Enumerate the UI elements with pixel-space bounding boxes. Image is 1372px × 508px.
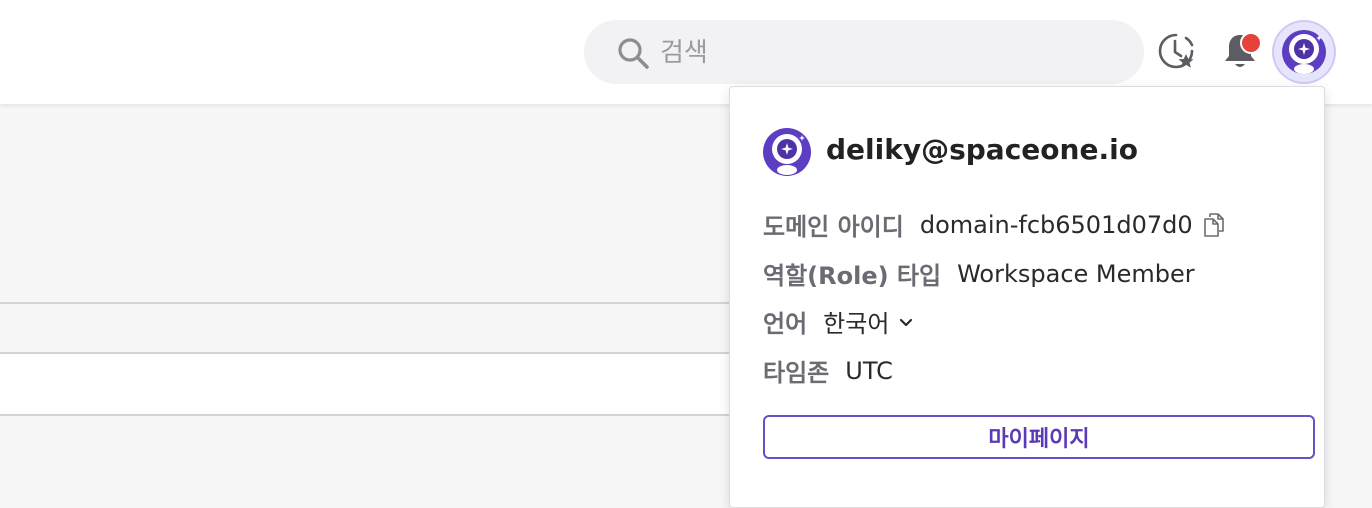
- domain-id-value: domain-fcb6501d07d0: [919, 210, 1193, 239]
- recent-favorite-icon[interactable]: [1156, 31, 1196, 71]
- profile-avatar-icon: [1282, 30, 1326, 74]
- language-label: 언어: [763, 310, 808, 338]
- timezone-value: UTC: [845, 356, 893, 385]
- profile-avatar-button[interactable]: [1274, 22, 1334, 82]
- chevron-down-icon: [900, 318, 913, 326]
- language-select[interactable]: 한국어: [823, 304, 915, 339]
- divider: [0, 302, 730, 304]
- mypage-button[interactable]: 마이페이지: [763, 415, 1315, 459]
- role-type-label: 역할(Role) 타입: [763, 262, 942, 290]
- search-input[interactable]: [658, 34, 1122, 72]
- divider: [0, 414, 730, 416]
- timezone-row: 타임존 UTC: [763, 353, 893, 388]
- user-email: deliky@spaceone.io: [826, 133, 1138, 166]
- global-search[interactable]: [584, 20, 1144, 84]
- domain-id-row: 도메인 아이디 domain-fcb6501d07d0: [763, 207, 1225, 242]
- role-type-row: 역할(Role) 타입 Workspace Member: [763, 256, 1195, 291]
- role-type-value: Workspace Member: [957, 259, 1195, 288]
- language-row: 언어 한국어: [763, 304, 915, 339]
- timezone-label: 타임존: [763, 359, 830, 387]
- notification-badge: [1240, 32, 1262, 54]
- table-row: [0, 354, 730, 414]
- profile-dropdown-menu: deliky@spaceone.io 도메인 아이디 domain-fcb650…: [729, 86, 1325, 508]
- copy-icon[interactable]: [1203, 212, 1225, 238]
- domain-id-label: 도메인 아이디: [763, 213, 904, 241]
- user-avatar-icon: [763, 128, 811, 176]
- language-value: 한국어: [823, 310, 890, 338]
- search-icon: [618, 38, 649, 69]
